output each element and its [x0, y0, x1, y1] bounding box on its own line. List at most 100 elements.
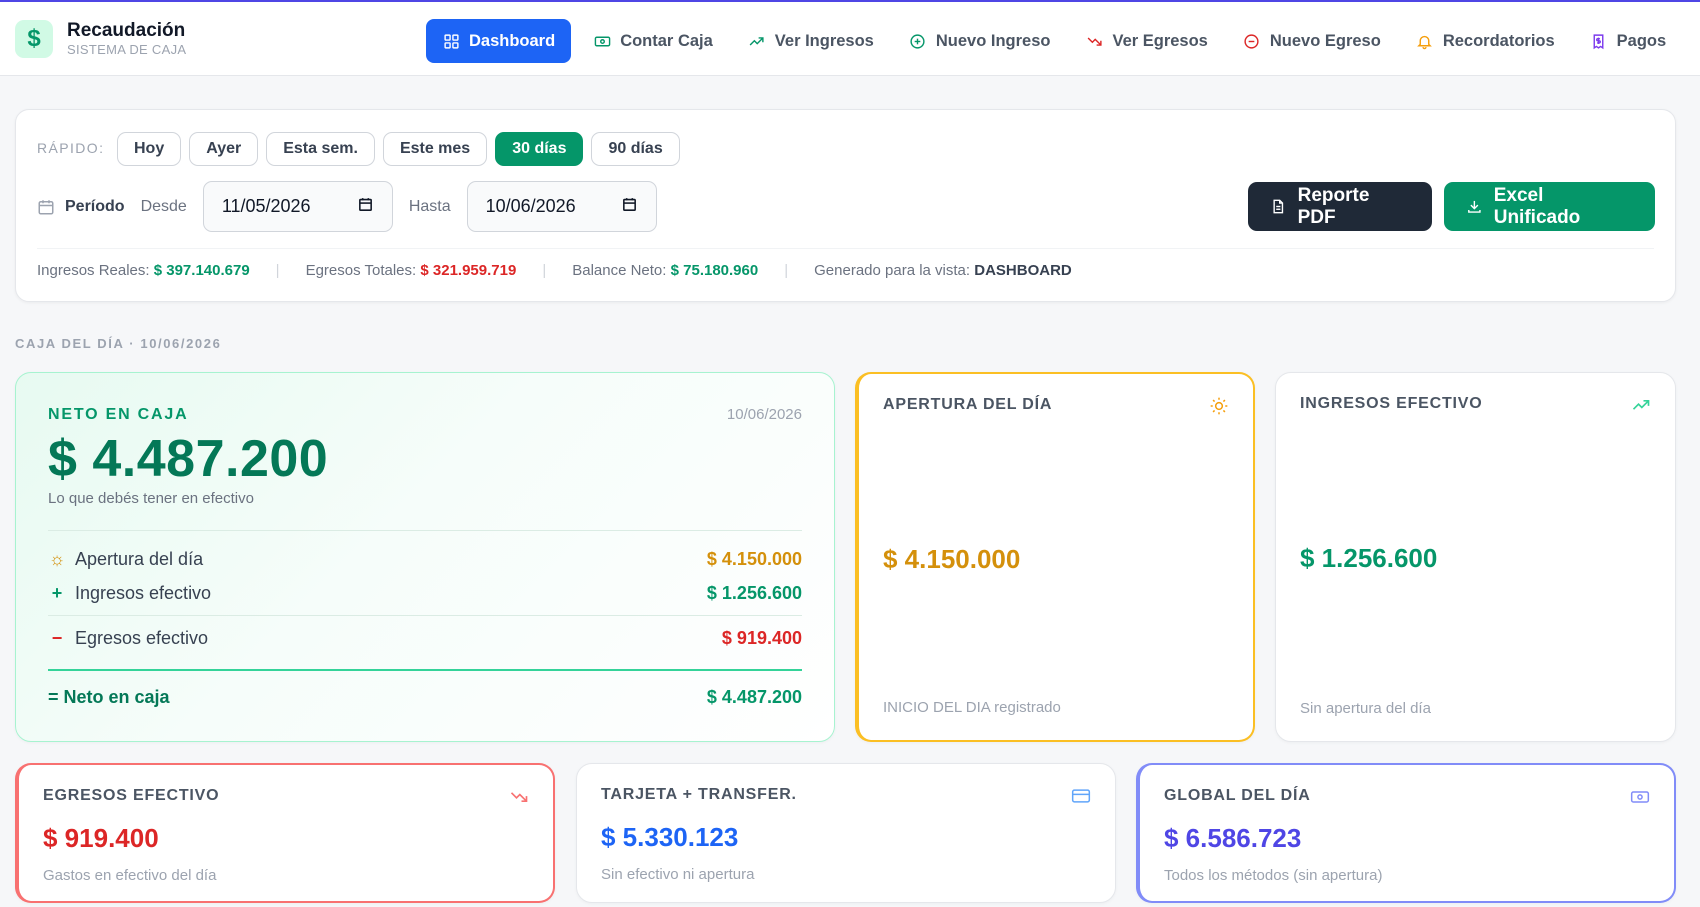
generated-view-value: DASHBOARD: [974, 262, 1072, 279]
nav-ver-ingresos[interactable]: Ver Ingresos: [737, 19, 885, 63]
quick-range-label: RÁPIDO:: [37, 140, 105, 156]
total-value: $ 4.487.200: [706, 686, 802, 707]
income-summary-value: $ 397.140.679: [153, 262, 250, 279]
nav-pagos[interactable]: Pagos: [1579, 19, 1678, 63]
credit-card-icon: [1071, 786, 1091, 806]
brand-text: Recaudación SISTEMA DE CAJA: [67, 20, 186, 58]
card-title: TARJETA + TRANSFER.: [601, 786, 797, 803]
row-label: Egresos efectivo: [75, 627, 209, 648]
sun-icon: [1209, 396, 1229, 416]
chip-esta-semana[interactable]: Esta sem.: [266, 132, 375, 166]
neto-row-total: = Neto en caja $ 4.487.200: [48, 684, 802, 710]
cash-icon: [593, 32, 611, 50]
row-label: Ingresos efectivo: [75, 582, 212, 603]
expense-summary-value: $ 321.959.719: [420, 262, 517, 279]
nav-ver-egresos[interactable]: Ver Egresos: [1074, 19, 1218, 63]
report-pdf-label: Reporte PDF: [1297, 184, 1370, 228]
card-amount: $ 4.150.000: [883, 544, 1021, 574]
card-amount: $ 919.400: [43, 823, 159, 853]
card-amount: $ 5.330.123: [601, 822, 739, 852]
chip-90-dias[interactable]: 90 días: [591, 132, 680, 166]
from-label: Desde: [140, 197, 187, 215]
receipt-icon: [1590, 32, 1608, 50]
trending-up-icon: [1631, 395, 1651, 415]
chip-este-mes[interactable]: Este mes: [382, 132, 488, 166]
minus-icon: −: [51, 627, 63, 648]
nav-dashboard[interactable]: Dashboard: [426, 19, 572, 63]
summary-separator: |: [542, 262, 547, 279]
top-navigation-bar: $ Recaudación SISTEMA DE CAJA Dashboard …: [0, 0, 1700, 76]
nav-dashboard-label: Dashboard: [469, 31, 556, 50]
nav-recordatorios[interactable]: Recordatorios: [1405, 19, 1566, 63]
neto-date: 10/06/2026: [726, 406, 802, 423]
brand[interactable]: $ Recaudación SISTEMA DE CAJA: [15, 20, 186, 58]
grid-icon: [442, 32, 460, 50]
total-divider: [48, 669, 802, 671]
card-footnote: Sin efectivo ni apertura: [601, 866, 755, 883]
row-value: $ 4.150.000: [706, 548, 802, 569]
to-date-input[interactable]: 10/06/2026: [466, 181, 657, 232]
period-selector: Período Desde 11/05/2026 Hasta 10/06/202…: [37, 181, 673, 232]
card-footnote: INICIO DEL DIA registrado: [883, 699, 1061, 716]
file-text-icon: [1273, 199, 1284, 214]
trending-down-icon: [509, 787, 529, 807]
bell-icon: [1416, 32, 1434, 50]
to-label: Hasta: [408, 197, 451, 215]
sun-icon: ☼: [48, 548, 66, 569]
excel-unified-button[interactable]: Excel Unificado: [1444, 182, 1655, 231]
egresos-efectivo-card: EGRESOS EFECTIVO $ 919.400 Gastos en efe…: [15, 763, 555, 903]
row-label: Apertura del día: [75, 548, 204, 569]
card-amount: $ 6.586.723: [1164, 823, 1302, 853]
plus-circle-icon: [909, 32, 927, 50]
row-value: $ 1.256.600: [706, 582, 802, 603]
card-footnote: Sin apertura del día: [1300, 700, 1431, 717]
calendar-picker-icon[interactable]: [357, 196, 374, 218]
balance-summary-value: $ 75.180.960: [670, 262, 759, 279]
from-date-input[interactable]: 11/05/2026: [202, 181, 393, 232]
summary-separator: |: [784, 262, 789, 279]
calendar-picker-icon[interactable]: [621, 196, 638, 218]
card-amount: $ 1.256.600: [1300, 543, 1438, 573]
apertura-card: APERTURA DEL DÍA $ 4.150.000 INICIO DEL …: [855, 372, 1255, 742]
divider: [37, 248, 1654, 249]
neto-label: NETO EN CAJA: [48, 406, 189, 423]
card-footnote: Todos los métodos (sin apertura): [1164, 867, 1383, 884]
trending-up-icon: [748, 32, 766, 50]
download-icon: [1468, 200, 1481, 213]
quick-range-chips: Hoy Ayer Esta sem. Este mes 30 días 90 d…: [117, 132, 688, 166]
generated-view-label: Generado para la vista:: [814, 262, 971, 279]
global-del-dia-card: GLOBAL DEL DÍA $ 6.586.723 Todos los mét…: [1136, 763, 1676, 903]
nav-ver-egresos-label: Ver Egresos: [1112, 31, 1208, 50]
report-pdf-button[interactable]: Reporte PDF: [1248, 182, 1432, 231]
dollar-logo-icon: $: [15, 20, 53, 58]
banknote-icon: [1630, 787, 1650, 807]
neto-hint: Lo que debés tener en efectivo: [48, 490, 254, 507]
row-value: $ 919.400: [721, 627, 802, 648]
period-label: Período: [65, 197, 125, 215]
chip-hoy[interactable]: Hoy: [117, 132, 182, 166]
card-title: INGRESOS EFECTIVO: [1300, 395, 1483, 412]
neto-en-caja-card: NETO EN CAJA 10/06/2026 $ 4.487.200 Lo q…: [15, 372, 835, 742]
to-date-value: 10/06/2026: [485, 196, 576, 216]
tarjeta-transfer-card: TARJETA + TRANSFER. $ 5.330.123 Sin efec…: [576, 763, 1116, 903]
minus-circle-icon: [1243, 32, 1261, 50]
nav-nuevo-egreso[interactable]: Nuevo Egreso: [1232, 19, 1392, 63]
total-label: = Neto en caja: [48, 686, 170, 707]
nav-contar-caja[interactable]: Contar Caja: [582, 19, 724, 63]
section-title: CAJA DEL DÍA · 10/06/2026: [15, 336, 222, 351]
trending-down-icon: [1085, 32, 1103, 50]
nav-pagos-label: Pagos: [1616, 31, 1667, 50]
main-nav: Dashboard Contar Caja Ver Ingresos Nuevo…: [426, 19, 1690, 63]
neto-row-ingresos: + Ingresos efectivo $ 1.256.600: [48, 580, 802, 606]
chip-30-dias[interactable]: 30 días: [495, 132, 584, 166]
chip-ayer[interactable]: Ayer: [189, 132, 259, 166]
period-summary: Ingresos Reales: $ 397.140.679 | Egresos…: [37, 262, 1072, 279]
expense-summary-label: Egresos Totales:: [305, 262, 417, 279]
income-summary-label: Ingresos Reales:: [37, 262, 150, 279]
nav-nuevo-ingreso[interactable]: Nuevo Ingreso: [898, 19, 1062, 63]
nav-contar-caja-label: Contar Caja: [620, 31, 713, 50]
brand-subtitle: SISTEMA DE CAJA: [67, 42, 187, 57]
nav-recordatorios-label: Recordatorios: [1442, 31, 1555, 50]
card-title: APERTURA DEL DÍA: [883, 396, 1053, 413]
divider: [48, 615, 802, 616]
